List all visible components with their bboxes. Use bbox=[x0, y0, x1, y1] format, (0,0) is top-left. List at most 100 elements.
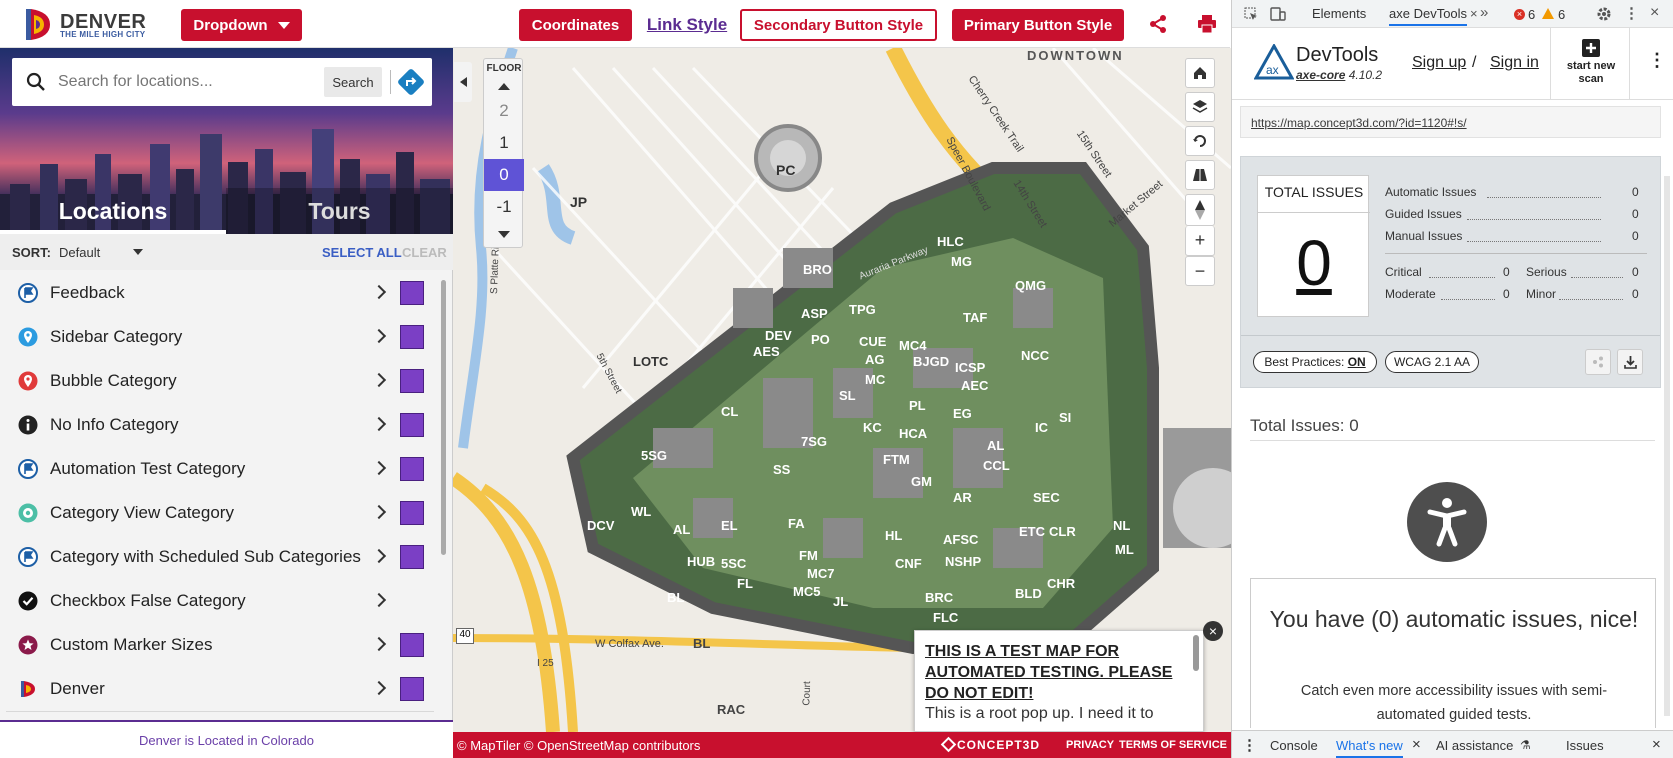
floor-option[interactable]: -1 bbox=[484, 191, 524, 223]
category-item[interactable]: Custom Marker Sizes bbox=[6, 622, 434, 668]
building-label[interactable]: FTM bbox=[883, 452, 910, 467]
share-icon[interactable] bbox=[1148, 14, 1168, 34]
category-checkbox[interactable] bbox=[400, 545, 424, 569]
chevron-right-icon[interactable] bbox=[371, 416, 387, 432]
category-item[interactable]: Bubble Category bbox=[6, 358, 434, 404]
warning-count[interactable]: 6 bbox=[1558, 7, 1565, 22]
building-label[interactable]: NSHP bbox=[945, 554, 981, 569]
chevron-right-icon[interactable] bbox=[371, 328, 387, 344]
building-label[interactable]: CL bbox=[721, 404, 738, 419]
select-all-button[interactable]: SELECT ALL bbox=[322, 245, 402, 260]
building-label[interactable]: DCV bbox=[587, 518, 614, 533]
building-label[interactable]: IC bbox=[1035, 420, 1048, 435]
category-item[interactable]: No Info Category bbox=[6, 402, 434, 448]
building-label[interactable]: AG bbox=[865, 352, 885, 367]
building-label[interactable]: ML bbox=[1115, 542, 1134, 557]
building-label[interactable]: HCA bbox=[899, 426, 927, 441]
rotate-button[interactable] bbox=[1185, 126, 1215, 156]
building-label[interactable]: FM bbox=[799, 548, 818, 563]
category-checkbox[interactable] bbox=[400, 501, 424, 525]
category-checkbox[interactable] bbox=[400, 457, 424, 481]
building-label[interactable]: FLC bbox=[933, 610, 958, 625]
building-label[interactable]: HL bbox=[885, 528, 902, 543]
inspect-icon[interactable] bbox=[1244, 7, 1258, 21]
search-button[interactable]: Search bbox=[324, 67, 382, 97]
category-item[interactable]: Denver bbox=[6, 666, 434, 712]
building-label[interactable]: HUB bbox=[687, 554, 715, 569]
more-tabs-icon[interactable]: » bbox=[1480, 4, 1488, 21]
clear-button[interactable]: CLEAR bbox=[402, 245, 447, 260]
tab-elements[interactable]: Elements bbox=[1312, 6, 1366, 21]
category-item[interactable]: Automation Test Category bbox=[6, 446, 434, 492]
map-canvas[interactable]: DOWNTOWN W Colfax Ave. 40 I 25 Cherry Cr… bbox=[453, 48, 1231, 758]
close-devtools-icon[interactable]: × bbox=[1650, 4, 1659, 22]
building-label[interactable]: MG bbox=[951, 254, 972, 269]
building-label[interactable]: SL bbox=[839, 388, 856, 403]
building-label[interactable]: FL bbox=[737, 576, 753, 591]
category-checkbox[interactable] bbox=[400, 369, 424, 393]
layers-button[interactable] bbox=[1185, 92, 1215, 122]
category-checkbox[interactable] bbox=[400, 677, 424, 701]
building-label[interactable]: BL bbox=[693, 636, 710, 651]
building-label[interactable]: RAC bbox=[717, 702, 745, 717]
scrollbar-thumb[interactable] bbox=[441, 280, 446, 555]
error-count[interactable]: 6 bbox=[1528, 7, 1535, 22]
category-checkbox[interactable] bbox=[400, 413, 424, 437]
tab-axe-devtools[interactable]: axe DevTools bbox=[1389, 6, 1468, 26]
building-label[interactable]: ICSP bbox=[955, 360, 985, 375]
building-label[interactable]: TAF bbox=[963, 310, 987, 325]
drawer-tab-issues[interactable]: Issues bbox=[1566, 738, 1604, 753]
chevron-right-icon[interactable] bbox=[371, 284, 387, 300]
building-label[interactable]: DEV bbox=[765, 328, 792, 343]
sign-in-link[interactable]: Sign in bbox=[1490, 54, 1539, 72]
building-label[interactable]: SS bbox=[773, 462, 790, 477]
building-label[interactable]: MC bbox=[865, 372, 885, 387]
building-label[interactable]: AFSC bbox=[943, 532, 978, 547]
axe-kebab-icon[interactable]: ⋮ bbox=[1648, 50, 1666, 71]
category-item[interactable]: Feedback bbox=[6, 270, 434, 316]
building-label[interactable]: CHR bbox=[1047, 576, 1075, 591]
building-label[interactable]: MC4 bbox=[899, 338, 926, 353]
tab-tours[interactable]: Tours bbox=[226, 188, 453, 234]
chevron-right-icon[interactable] bbox=[371, 372, 387, 388]
floor-down-icon[interactable] bbox=[498, 231, 510, 238]
building-label[interactable]: NCC bbox=[1021, 348, 1049, 363]
link-style-link[interactable]: Link Style bbox=[644, 9, 730, 41]
total-issues-count[interactable]: 0 bbox=[1258, 226, 1370, 300]
building-label[interactable]: QMG bbox=[1015, 278, 1046, 293]
close-icon[interactable]: × bbox=[1412, 736, 1421, 753]
category-item[interactable]: Category View Category bbox=[6, 490, 434, 536]
building-label[interactable]: SI bbox=[1059, 410, 1071, 425]
compass-button[interactable] bbox=[1185, 194, 1215, 226]
building-label[interactable]: CCL bbox=[983, 458, 1010, 473]
building-label[interactable]: AES bbox=[753, 344, 780, 359]
building-label[interactable]: SEC bbox=[1033, 490, 1060, 505]
directions-icon[interactable] bbox=[397, 68, 425, 96]
building-label[interactable]: AEC bbox=[961, 378, 988, 393]
privacy-link[interactable]: PRIVACY bbox=[1066, 739, 1114, 751]
building-label[interactable]: AL bbox=[673, 522, 690, 537]
category-item[interactable]: Checkbox False Category bbox=[6, 578, 434, 624]
close-tab-icon[interactable]: × bbox=[1470, 6, 1478, 21]
chevron-right-icon[interactable] bbox=[371, 548, 387, 564]
export-results-button[interactable] bbox=[1617, 349, 1643, 375]
sign-up-link[interactable]: Sign up bbox=[1412, 54, 1466, 72]
building-label[interactable]: BL bbox=[667, 590, 684, 605]
kebab-menu-icon[interactable]: ⋮ bbox=[1624, 4, 1639, 22]
building-label[interactable]: GM bbox=[911, 474, 932, 489]
axe-core-link[interactable]: axe-core bbox=[1296, 68, 1345, 82]
floor-up-icon[interactable] bbox=[498, 83, 510, 90]
building-label[interactable]: LOTC bbox=[633, 354, 668, 369]
building-label[interactable]: KC bbox=[863, 420, 882, 435]
popup-heading[interactable]: THIS IS A TEST MAP FOR AUTOMATED TESTING… bbox=[925, 641, 1175, 704]
denver-logo-icon[interactable] bbox=[26, 9, 50, 40]
tilt-button[interactable] bbox=[1185, 160, 1215, 190]
category-item[interactable]: Sidebar Category bbox=[6, 314, 434, 360]
sidebar-footer[interactable]: Denver is Located in Colorado bbox=[0, 720, 453, 758]
warning-icon[interactable] bbox=[1542, 8, 1554, 19]
chevron-down-icon[interactable] bbox=[133, 249, 143, 255]
building-label[interactable]: TPG bbox=[849, 302, 876, 317]
concept3d-logo[interactable]: CONCEPT3D bbox=[957, 738, 1040, 752]
start-new-scan-button[interactable]: start new scan bbox=[1550, 28, 1630, 100]
floor-option-active[interactable]: 0 bbox=[484, 159, 524, 191]
